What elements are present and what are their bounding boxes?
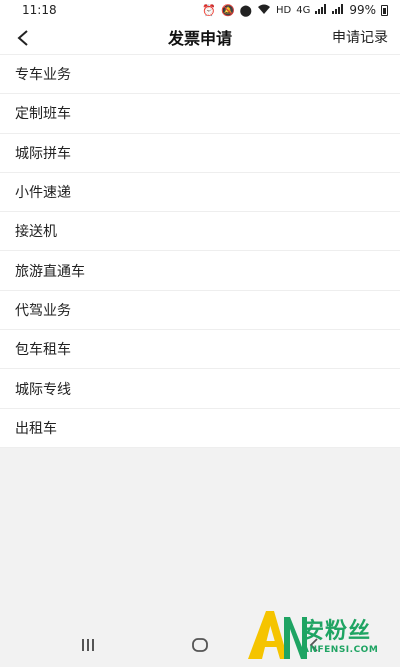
hd-label: HD (275, 4, 292, 16)
watermark-text: 安粉丝 ANFENSI.COM (302, 613, 378, 655)
list-item-service[interactable]: 接送机 (0, 212, 400, 252)
home-icon (192, 638, 208, 652)
application-records-button[interactable]: 申请记录 (332, 27, 388, 47)
battery-percent: 99% (349, 3, 376, 17)
watermark: 安粉丝 ANFENSI.COM (244, 607, 394, 661)
service-list: 专车业务 定制班车 城际拼车 小件速递 接送机 旅游直通车 代驾业务 包车租车 … (0, 55, 400, 448)
recent-apps-icon (82, 639, 94, 651)
app-header: 发票申请 申请记录 (0, 20, 400, 55)
list-item-service[interactable]: 代驾业务 (0, 291, 400, 331)
chevron-left-icon (17, 29, 28, 46)
list-item-service[interactable]: 城际专线 (0, 369, 400, 409)
list-item-service[interactable]: 城际拼车 (0, 134, 400, 173)
recent-apps-button[interactable] (76, 633, 100, 657)
status-time: 11:18 (22, 3, 57, 17)
alarm-icon: ⏰ (202, 3, 216, 17)
list-item-service[interactable]: 旅游直通车 (0, 251, 400, 291)
signal-icon (315, 4, 327, 16)
status-bar: 11:18 ⏰ 🔕 ⬤ HD 4G 99% (0, 0, 400, 20)
wifi-icon (257, 4, 271, 17)
signal-icon-2 (332, 4, 344, 16)
back-button[interactable] (8, 20, 38, 55)
mute-icon: 🔕 (220, 3, 235, 17)
status-icons: ⏰ 🔕 ⬤ HD 4G 99% (202, 3, 388, 17)
network-type-label: 4G (296, 4, 311, 16)
home-button[interactable] (188, 633, 212, 657)
list-item-service[interactable]: 包车租车 (0, 330, 400, 370)
watermark-brand-cn: 安粉丝 (302, 619, 372, 644)
list-item-service[interactable]: 专车业务 (0, 55, 400, 95)
list-item-service[interactable]: 出租车 (0, 409, 400, 448)
battery-icon (381, 4, 388, 16)
watermark-brand-en: ANFENSI.COM (302, 645, 379, 655)
list-item-service[interactable]: 定制班车 (0, 94, 400, 134)
anfensi-logo-icon (248, 611, 307, 659)
location-icon: ⬤ (239, 3, 252, 17)
list-item-service[interactable]: 小件速递 (0, 173, 400, 213)
